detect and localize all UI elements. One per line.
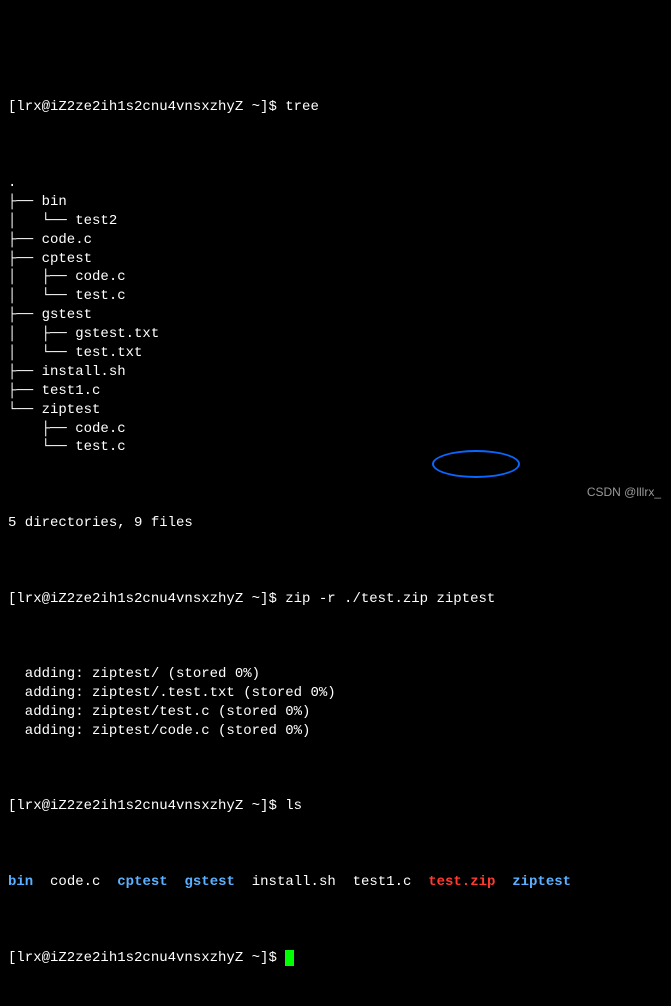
ls-item-code-c: code.c <box>50 874 100 890</box>
cmd-zip: zip -r ./test.zip ziptest <box>285 591 495 607</box>
ls-item-ziptest: ziptest <box>512 874 571 890</box>
zip-output-line: adding: ziptest/ (stored 0%) <box>8 665 663 684</box>
tree-summary: 5 directories, 9 files <box>8 514 663 533</box>
prompt-line-tree[interactable]: [lrx@iZ2ze2ih1s2cnu4vnsxzhyZ ~]$ tree <box>8 98 663 117</box>
cursor-block <box>285 950 294 966</box>
prompt-line-zip[interactable]: [lrx@iZ2ze2ih1s2cnu4vnsxzhyZ ~]$ zip -r … <box>8 590 663 609</box>
ls-item-test1-c: test1.c <box>353 874 412 890</box>
tree-output: . ├── bin │ └── test2 ├── code.c ├── cpt… <box>8 174 663 457</box>
ls-item-install-sh: install.sh <box>252 874 336 890</box>
ls-item-cptest: cptest <box>117 874 167 890</box>
ls-item-bin: bin <box>8 874 33 890</box>
prompt-line-idle[interactable]: [lrx@iZ2ze2ih1s2cnu4vnsxzhyZ ~]$ <box>8 949 663 968</box>
zip-output-line: adding: ziptest/code.c (stored 0%) <box>8 722 663 741</box>
shell-prompt: [lrx@iZ2ze2ih1s2cnu4vnsxzhyZ ~]$ <box>8 950 285 966</box>
shell-prompt: [lrx@iZ2ze2ih1s2cnu4vnsxzhyZ ~]$ <box>8 591 285 607</box>
zip-output-line: adding: ziptest/.test.txt (stored 0%) <box>8 684 663 703</box>
cmd-tree: tree <box>285 99 319 115</box>
blank-line <box>8 476 663 495</box>
prompt-line-ls[interactable]: [lrx@iZ2ze2ih1s2cnu4vnsxzhyZ ~]$ ls <box>8 797 663 816</box>
shell-prompt: [lrx@iZ2ze2ih1s2cnu4vnsxzhyZ ~]$ <box>8 798 285 814</box>
ls-item-gstest: gstest <box>185 874 235 890</box>
ls-output: bin code.c cptest gstest install.sh test… <box>8 873 663 892</box>
zip-output-line: adding: ziptest/test.c (stored 0%) <box>8 703 663 722</box>
cmd-ls: ls <box>285 798 302 814</box>
ls-item-test-zip: test.zip <box>428 874 495 890</box>
watermark: CSDN @lllrx_ <box>587 484 661 500</box>
shell-prompt: [lrx@iZ2ze2ih1s2cnu4vnsxzhyZ ~]$ <box>8 99 285 115</box>
zip-output: adding: ziptest/ (stored 0%) adding: zip… <box>8 665 663 741</box>
